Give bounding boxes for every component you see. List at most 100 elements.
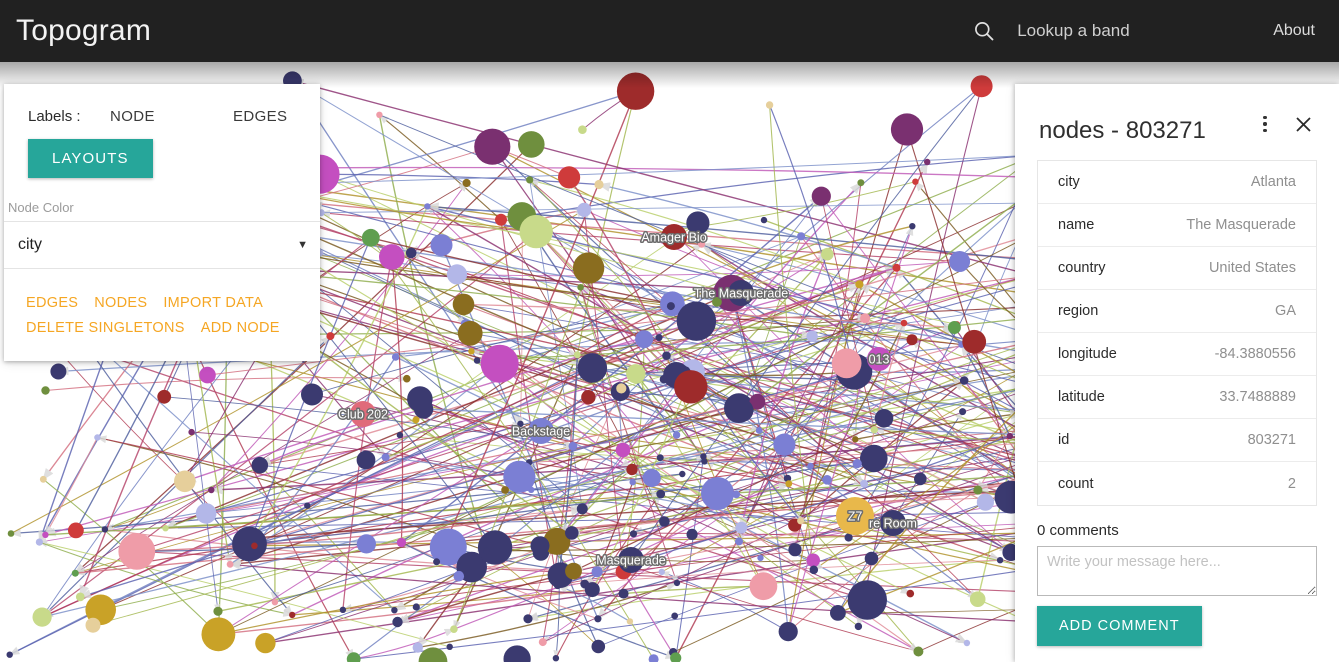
graph-node[interactable] [963, 639, 971, 647]
graph-node[interactable] [809, 565, 819, 575]
graph-node[interactable] [565, 526, 579, 540]
graph-node[interactable] [674, 370, 708, 404]
action-edges[interactable]: EDGES [26, 292, 78, 314]
graph-node[interactable] [874, 409, 894, 428]
graph-node[interactable] [755, 427, 763, 434]
graph-node[interactable] [208, 486, 215, 494]
graph-node[interactable] [457, 320, 483, 346]
graph-node[interactable] [474, 128, 511, 165]
graph-node[interactable] [361, 228, 380, 247]
graph-node[interactable] [483, 547, 490, 555]
graph-node[interactable] [50, 363, 67, 380]
graph-node[interactable] [452, 293, 475, 316]
graph-node[interactable] [900, 319, 908, 327]
graph-node[interactable] [594, 615, 602, 623]
close-icon[interactable] [1291, 112, 1315, 136]
graph-node[interactable] [68, 522, 84, 539]
graph-node[interactable] [304, 502, 311, 509]
graph-node[interactable] [530, 536, 550, 556]
graph-node[interactable] [468, 348, 475, 355]
graph-node[interactable] [822, 475, 832, 485]
graph-node[interactable] [591, 566, 603, 578]
graph-node[interactable] [578, 125, 587, 134]
graph-node[interactable] [635, 330, 654, 349]
graph-node[interactable] [860, 313, 871, 324]
graph-node[interactable] [412, 642, 423, 653]
graph-node[interactable] [913, 646, 924, 657]
graph-node[interactable] [495, 213, 507, 226]
graph-node[interactable] [477, 530, 513, 565]
graph-node[interactable] [616, 383, 627, 394]
graph-node[interactable] [573, 351, 581, 359]
graph-node[interactable] [339, 606, 347, 613]
graph-node[interactable] [538, 638, 547, 647]
graph-node[interactable] [396, 537, 407, 548]
graph-node[interactable] [969, 591, 986, 607]
graph-node[interactable] [453, 570, 465, 582]
graph-node[interactable] [618, 588, 629, 599]
graph-node[interactable] [35, 538, 44, 546]
graph-node[interactable] [616, 72, 655, 110]
graph-node[interactable] [852, 459, 862, 469]
graph-node[interactable] [577, 353, 608, 383]
graph-node[interactable] [101, 526, 109, 533]
graph-node[interactable] [376, 111, 383, 118]
graph-node[interactable] [480, 344, 519, 383]
graph-node[interactable] [251, 456, 269, 474]
graph-node[interactable] [581, 390, 596, 405]
graph-node[interactable] [41, 386, 50, 395]
graph-node[interactable] [356, 450, 376, 470]
graph-node[interactable] [289, 611, 296, 619]
graph-node[interactable] [949, 251, 971, 272]
graph-node[interactable] [188, 428, 195, 436]
graph-node[interactable] [174, 470, 196, 493]
graph-node[interactable] [807, 462, 814, 470]
graph-node[interactable] [909, 223, 916, 230]
graph-node[interactable] [924, 158, 931, 166]
graph-node[interactable] [572, 252, 605, 284]
graph-node[interactable] [765, 101, 774, 109]
graph-node[interactable] [412, 416, 420, 424]
graph-node[interactable] [213, 606, 223, 616]
search-icon[interactable] [971, 18, 997, 44]
graph-node[interactable] [271, 599, 279, 606]
graph-node[interactable] [195, 503, 217, 524]
graph-node[interactable] [591, 639, 606, 654]
action-add-node[interactable]: ADD NODE [201, 317, 280, 339]
graph-node[interactable] [797, 232, 806, 241]
graph-node[interactable] [854, 622, 863, 631]
graph-node[interactable] [656, 454, 664, 462]
graph-node[interactable] [642, 468, 661, 488]
graph-node[interactable] [558, 166, 581, 189]
graph-node[interactable] [518, 131, 545, 158]
graph-node[interactable] [626, 364, 646, 384]
graph-node[interactable] [672, 431, 681, 439]
graph-node[interactable] [749, 572, 778, 601]
graph-node[interactable] [947, 321, 961, 334]
graph-node[interactable] [71, 569, 79, 577]
graph-node[interactable] [424, 203, 431, 210]
node-color-select[interactable]: city ▼ [4, 221, 320, 269]
graph-node[interactable] [6, 651, 13, 658]
graph-node[interactable] [450, 625, 458, 633]
graph-node[interactable] [391, 607, 398, 614]
toggle-node-labels[interactable]: NODE [110, 108, 155, 125]
graph-node[interactable] [396, 431, 404, 439]
layouts-button[interactable]: LAYOUTS [28, 139, 153, 178]
graph-node[interactable] [797, 517, 805, 525]
graph-node[interactable] [75, 592, 85, 602]
graph-node[interactable] [39, 475, 47, 483]
graph-node[interactable] [430, 234, 453, 257]
graph-node[interactable] [912, 178, 919, 185]
graph-node[interactable] [700, 453, 707, 460]
graph-node[interactable] [392, 616, 403, 628]
graph-node[interactable] [778, 622, 798, 642]
graph-node[interactable] [32, 607, 52, 627]
graph-node[interactable] [959, 376, 969, 385]
graph-node[interactable] [232, 526, 267, 562]
graph-node[interactable] [732, 490, 741, 499]
graph-node[interactable] [996, 557, 1004, 564]
add-comment-button[interactable]: ADD COMMENT [1037, 606, 1202, 647]
graph-node[interactable] [757, 554, 764, 562]
graph-node[interactable] [831, 348, 862, 379]
